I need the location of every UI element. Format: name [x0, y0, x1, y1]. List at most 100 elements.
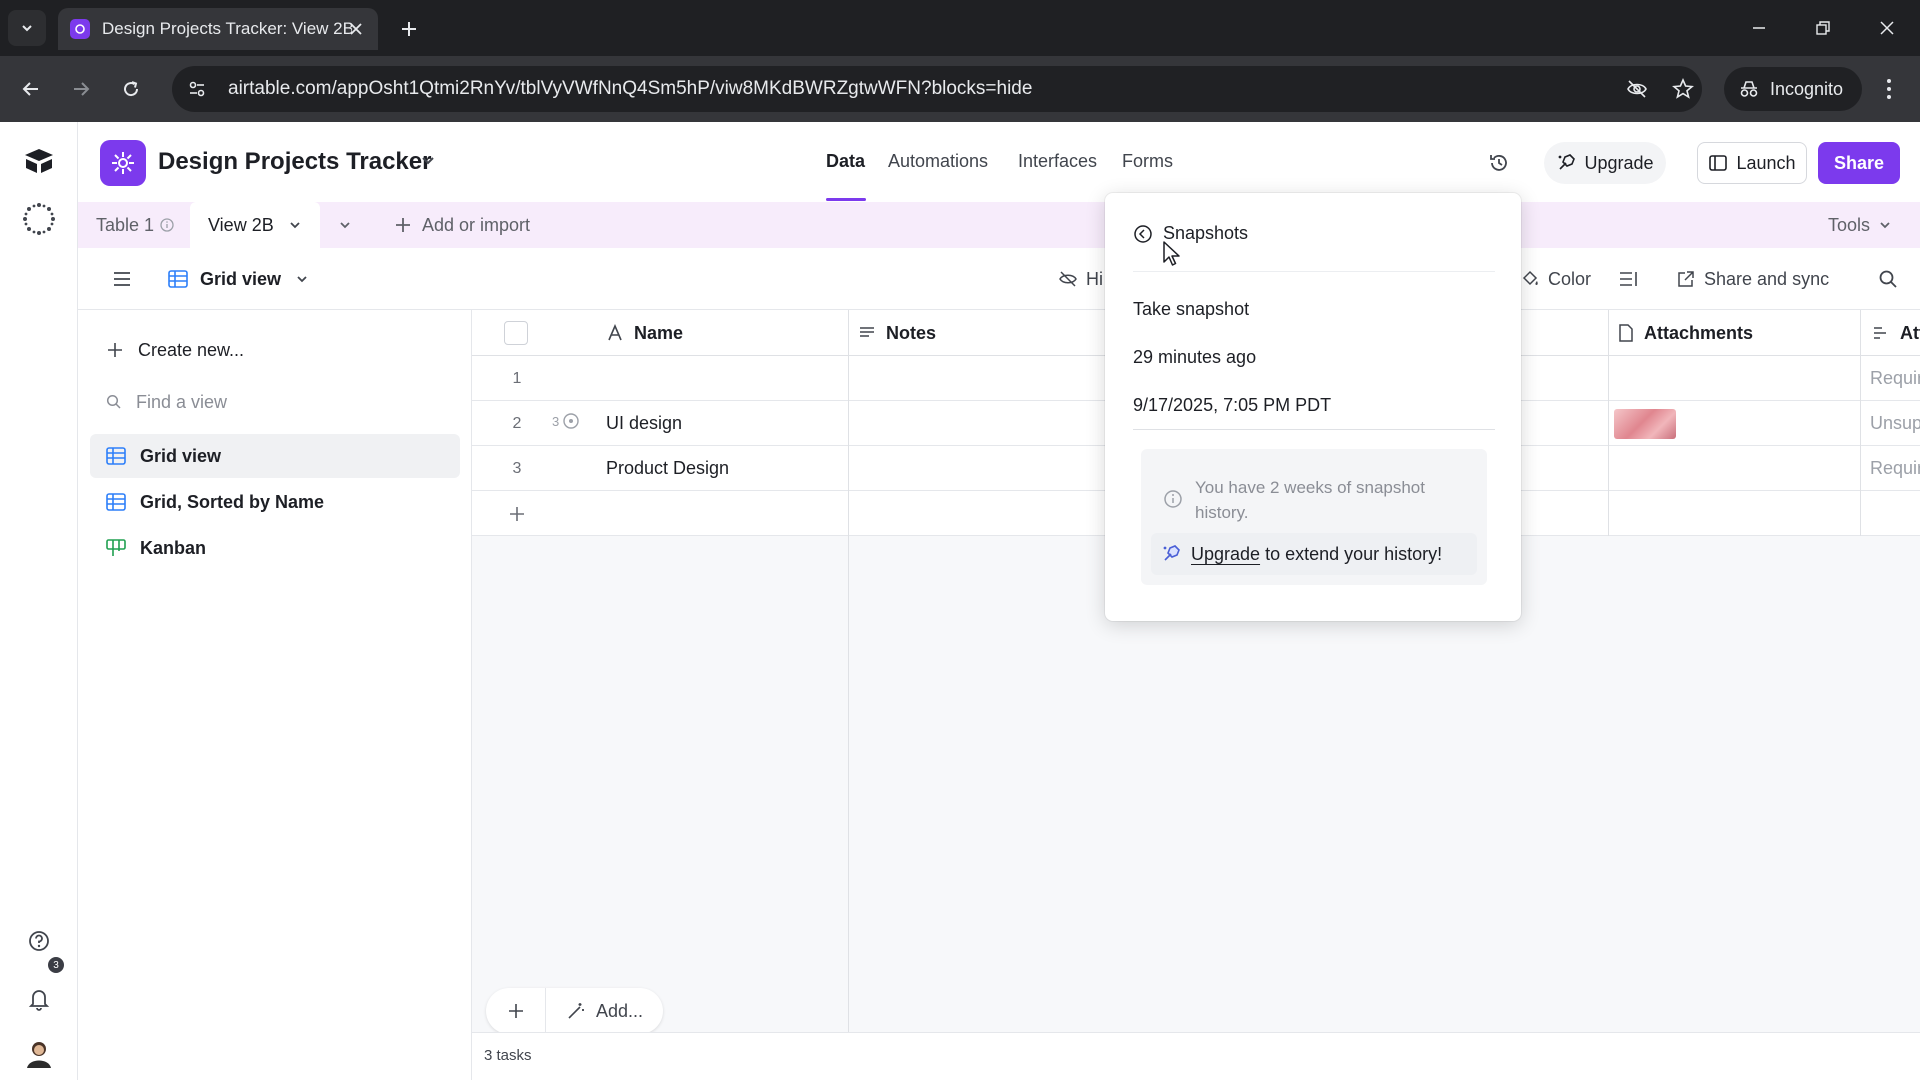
row-name-cell[interactable]: UI design: [606, 401, 682, 446]
share-and-sync-button[interactable]: Share and sync: [1676, 248, 1829, 310]
search-icon[interactable]: [1878, 248, 1898, 310]
tab-search-button[interactable]: [8, 10, 46, 46]
long-text-icon: [860, 327, 874, 337]
forward-arrow-icon[interactable]: [64, 72, 98, 106]
notifications-bell-icon[interactable]: [20, 980, 58, 1018]
add-record-button[interactable]: [486, 988, 546, 1034]
site-info-icon[interactable]: [180, 72, 214, 106]
view-label: Kanban: [140, 537, 207, 558]
select-all-checkbox[interactable]: [504, 310, 528, 356]
base-history-icon[interactable]: [1484, 148, 1514, 178]
view-switcher[interactable]: Grid view: [168, 248, 309, 310]
browser-menu-icon[interactable]: [1872, 72, 1906, 106]
tab-close-icon[interactable]: [346, 19, 366, 39]
tab-interfaces[interactable]: Interfaces: [1018, 151, 1097, 172]
row-height-icon[interactable]: [1618, 248, 1638, 310]
attachment-thumbnail[interactable]: [1614, 409, 1676, 439]
window-close-icon[interactable]: [1872, 14, 1902, 42]
att-cell[interactable]: Requir: [1870, 356, 1920, 401]
window-restore-icon[interactable]: [1808, 14, 1838, 42]
toggle-sidebar-icon[interactable]: [112, 248, 132, 310]
tools-label: Tools: [1828, 214, 1871, 235]
column-header-attachments[interactable]: Attachments: [1618, 310, 1753, 356]
tab-forms[interactable]: Forms: [1122, 151, 1173, 172]
comment-count-badge[interactable]: 3: [552, 412, 580, 430]
upgrade-button-label: Upgrade: [1584, 152, 1654, 173]
file-icon: [1619, 324, 1633, 342]
snapshot-history-text: You have 2 weeks of snapshot history.: [1195, 478, 1425, 522]
column-header-notes[interactable]: Notes: [858, 310, 936, 356]
sidebar-item-kanban[interactable]: Kanban: [90, 526, 460, 570]
help-icon[interactable]: [20, 922, 58, 960]
add-or-import-button[interactable]: Add or import: [394, 202, 530, 248]
share-and-sync-label: Share and sync: [1704, 268, 1830, 289]
table-tab-view-2b[interactable]: View 2B: [190, 202, 320, 248]
table-tabs-bar: Table 1 View 2B Add or import Tools: [78, 202, 1920, 248]
tab-data[interactable]: Data: [826, 151, 865, 172]
add-or-import-label: Add or import: [422, 214, 531, 235]
new-tab-plus-icon[interactable]: [396, 16, 422, 42]
column-header-name[interactable]: Name: [606, 310, 683, 356]
row-number: 3: [512, 459, 522, 477]
tools-menu[interactable]: Tools: [1828, 202, 1892, 248]
airtable-home-icon[interactable]: [20, 142, 58, 180]
create-new-view-button[interactable]: Create new...: [90, 328, 460, 372]
grid-footer-actions: Add...: [486, 988, 664, 1034]
find-view-input[interactable]: Find a view: [90, 380, 460, 424]
row-number: 2: [512, 414, 522, 432]
snapshot-timestamp[interactable]: 9/17/2025, 7:05 PM PDT: [1133, 395, 1331, 416]
url-text: airtable.com/appOsht1Qtmi2RnYv/tblVyVWfN…: [228, 78, 1033, 99]
incognito-label: Incognito: [1770, 78, 1844, 99]
sidebar-item-grid-sorted-by-name[interactable]: Grid, Sorted by Name: [90, 480, 460, 524]
grid-summary-bar: 3 tasks: [472, 1032, 1920, 1080]
browser-toolbar: airtable.com/appOsht1Qtmi2RnYv/tblVyVWfN…: [0, 56, 1920, 122]
divider: [1133, 271, 1495, 272]
row-name-cell[interactable]: Product Design: [606, 446, 729, 491]
upgrade-link[interactable]: Upgrade: [1191, 544, 1260, 564]
share-button[interactable]: Share: [1818, 142, 1900, 184]
eye-off-icon[interactable]: [1620, 72, 1654, 106]
row-number: 1: [512, 369, 522, 387]
active-tab-indicator: [826, 198, 866, 201]
launch-button[interactable]: Launch: [1697, 142, 1807, 184]
base-icon[interactable]: [100, 140, 146, 186]
base-title[interactable]: Design Projects Tracker: [158, 148, 431, 176]
incognito-indicator[interactable]: Incognito: [1724, 67, 1862, 111]
reload-icon[interactable]: [114, 72, 148, 106]
magic-wand-icon: [568, 1003, 584, 1019]
window-minimize-icon[interactable]: [1744, 14, 1774, 42]
account-avatar[interactable]: [20, 1034, 58, 1072]
column-divider: [848, 310, 849, 1032]
browser-tab[interactable]: Design Projects Tracker: View 2B: [58, 8, 378, 50]
upgrade-history-button[interactable]: Upgrade to extend your history!: [1151, 533, 1477, 575]
launch-icon: [1709, 155, 1728, 171]
column-header-att[interactable]: Att: [1872, 310, 1920, 356]
browser-tab-bar: Design Projects Tracker: View 2B: [0, 0, 1920, 56]
add-row-plus-icon[interactable]: [472, 491, 562, 536]
chevron-down-icon: [1880, 222, 1890, 229]
incognito-icon: [1740, 81, 1758, 97]
att-cell[interactable]: Unsup: [1870, 401, 1920, 446]
all-tables-dropdown[interactable]: [338, 202, 352, 248]
info-icon: [160, 218, 174, 232]
color-button[interactable]: Color: [1520, 248, 1591, 310]
mouse-cursor-icon: [1163, 241, 1180, 266]
table-tab-table-1[interactable]: Table 1: [96, 202, 174, 248]
search-icon: [106, 394, 121, 409]
att-cell[interactable]: Requir: [1870, 446, 1920, 491]
base-menu-chevron-icon[interactable]: [420, 152, 436, 168]
hide-fields-button[interactable]: Hi: [1058, 248, 1103, 310]
snapshot-relative-time[interactable]: 29 minutes ago: [1133, 347, 1256, 368]
tab-automations[interactable]: Automations: [888, 151, 988, 172]
add-with-ai-button[interactable]: Add...: [546, 988, 663, 1034]
plus-icon: [508, 1004, 523, 1018]
sidebar-item-grid-view[interactable]: Grid view: [90, 434, 460, 478]
address-bar[interactable]: airtable.com/appOsht1Qtmi2RnYv/tblVyVWfN…: [172, 66, 1702, 112]
upgrade-button[interactable]: Upgrade: [1544, 142, 1666, 184]
take-snapshot-button[interactable]: Take snapshot: [1133, 299, 1249, 320]
bookmark-star-icon[interactable]: [1666, 72, 1700, 106]
plus-icon: [108, 343, 122, 357]
column-header-label: Att: [1900, 322, 1920, 343]
omni-assistant-icon[interactable]: [20, 200, 58, 238]
back-arrow-icon[interactable]: [14, 72, 48, 106]
